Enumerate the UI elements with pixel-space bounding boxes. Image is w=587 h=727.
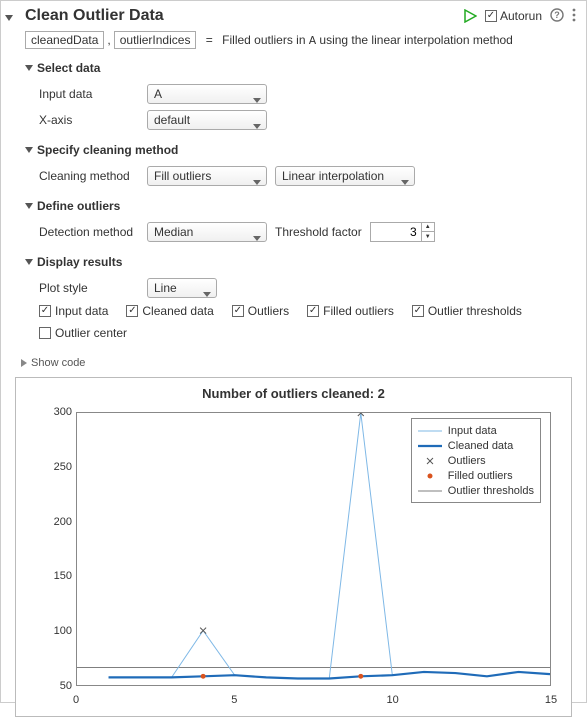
threshold-step-down[interactable]: ▼ (422, 232, 434, 241)
chk-input-data[interactable]: Input data (39, 304, 108, 318)
y-tick: 250 (16, 461, 72, 473)
help-icon[interactable]: ? (550, 8, 564, 25)
plot-style-select[interactable]: Line (147, 278, 217, 298)
x-tick: 0 (73, 694, 79, 706)
panel-collapse-icon[interactable] (5, 10, 13, 24)
section-display-header[interactable]: Display results (25, 253, 576, 271)
chk-thresholds[interactable]: Outlier thresholds (412, 304, 522, 318)
threshold-field[interactable] (371, 225, 421, 239)
cleaning-method-label: Cleaning method (39, 169, 139, 183)
x-tick: 15 (545, 694, 557, 706)
x-tick: 10 (387, 694, 399, 706)
y-tick: 150 (16, 570, 72, 582)
legend-item: Outlier thresholds (418, 483, 534, 498)
output-description: cleanedData, outlierIndices = Filled out… (11, 29, 576, 55)
chart-title: Number of outliers cleaned: 2 (16, 378, 571, 401)
legend-item: Input data (418, 423, 534, 438)
autorun-checkbox-box[interactable] (485, 10, 497, 22)
chart: Number of outliers cleaned: 2 Input data… (15, 377, 572, 717)
y-tick: 50 (16, 680, 72, 692)
autorun-label: Autorun (500, 9, 542, 23)
legend-item: Outliers (418, 453, 534, 468)
output-var-2[interactable]: outlierIndices (114, 31, 197, 49)
section-select-data-header[interactable]: Select data (25, 59, 576, 77)
xaxis-label: X-axis (39, 113, 139, 127)
chk-filled[interactable]: Filled outliers (307, 304, 394, 318)
y-tick: 200 (16, 516, 72, 528)
legend-item: Cleaned data (418, 438, 534, 453)
svg-text:?: ? (554, 10, 560, 20)
run-button[interactable] (463, 9, 477, 23)
threshold-step-up[interactable]: ▲ (422, 223, 434, 232)
section-define-header[interactable]: Define outliers (25, 197, 576, 215)
chk-cleaned-data[interactable]: Cleaned data (126, 304, 213, 318)
threshold-input[interactable]: ▲ ▼ (370, 222, 435, 242)
chevron-down-icon (25, 203, 33, 209)
chk-center[interactable]: Outlier center (39, 326, 127, 340)
detection-method-select[interactable]: Median (147, 222, 267, 242)
section-cleaning-header[interactable]: Specify cleaning method (25, 141, 576, 159)
plot-style-label: Plot style (39, 281, 139, 295)
kebab-menu-icon[interactable] (572, 8, 576, 25)
chevron-down-icon (25, 259, 33, 265)
detection-method-label: Detection method (39, 225, 139, 239)
autorun-checkbox[interactable]: Autorun (485, 9, 542, 23)
cleaning-method-select[interactable]: Fill outliers (147, 166, 267, 186)
output-var-1[interactable]: cleanedData (25, 31, 104, 49)
input-data-label: Input data (39, 87, 139, 101)
threshold-label: Threshold factor (275, 225, 362, 239)
x-tick: 5 (231, 694, 237, 706)
legend-item: Filled outliers (418, 468, 534, 483)
chevron-down-icon (25, 147, 33, 153)
xaxis-select[interactable]: default (147, 110, 267, 130)
chevron-down-icon (25, 65, 33, 71)
show-code-toggle[interactable]: Show code (11, 349, 576, 377)
y-tick: 300 (16, 406, 72, 418)
panel-title: Clean Outlier Data (25, 7, 463, 25)
legend: Input dataCleaned dataOutliersFilled out… (411, 418, 541, 503)
input-data-select[interactable]: A (147, 84, 267, 104)
interp-method-select[interactable]: Linear interpolation (275, 166, 415, 186)
y-tick: 100 (16, 625, 72, 637)
chevron-right-icon (21, 359, 27, 367)
chk-outliers[interactable]: Outliers (232, 304, 289, 318)
